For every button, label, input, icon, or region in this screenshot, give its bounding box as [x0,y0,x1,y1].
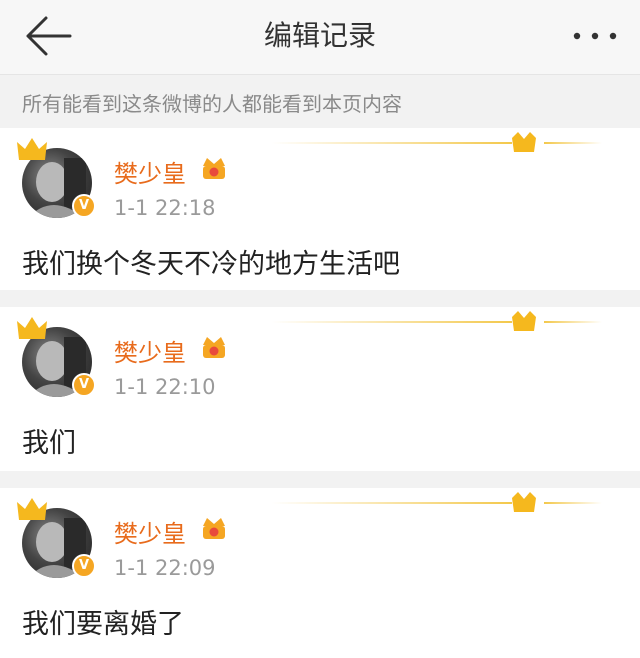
edit-record-card: V 樊少皇 1-1 22:10 我们 [0,307,640,471]
user-avatar[interactable]: V [17,317,96,397]
user-avatar[interactable]: V [17,498,96,578]
page-title: 编辑记录 [263,19,376,52]
vip-crown-badge-icon[interactable] [200,514,228,542]
verified-v-badge-icon: V [72,194,96,218]
username[interactable]: 樊少皇 [114,514,186,549]
vip-crown-badge-icon[interactable] [200,333,228,361]
username[interactable]: 樊少皇 [114,333,186,368]
post-text: 我们换个冬天不冷的地方生活吧 [22,249,400,280]
post-text: 我们要离婚了 [22,609,184,640]
post-text: 我们 [22,428,76,459]
vip-crown-badge-icon[interactable] [200,154,228,182]
gold-banner-decoration [272,492,602,512]
edit-record-card: V 樊少皇 1-1 22:09 我们要离婚了 [0,488,640,658]
verified-v-badge-icon: V [72,554,96,578]
gold-banner-decoration [272,311,602,331]
crown-icon [17,138,47,160]
edit-timestamp: 1-1 22:09 [114,556,216,580]
visibility-notice: 所有能看到这条微博的人都能看到本页内容 [0,74,640,128]
username[interactable]: 樊少皇 [114,154,186,189]
user-avatar[interactable]: V [17,138,96,218]
gold-banner-decoration [272,132,602,152]
edit-timestamp: 1-1 22:10 [114,375,216,399]
edit-record-card: V 樊少皇 1-1 22:18 我们换个冬天不冷的地方生活吧 [0,128,640,290]
top-navigation-bar: 编辑记录 [0,0,640,74]
edit-timestamp: 1-1 22:18 [114,196,216,220]
crown-icon [17,498,47,520]
more-dots-icon[interactable] [572,30,618,42]
verified-v-badge-icon: V [72,373,96,397]
crown-icon [17,317,47,339]
